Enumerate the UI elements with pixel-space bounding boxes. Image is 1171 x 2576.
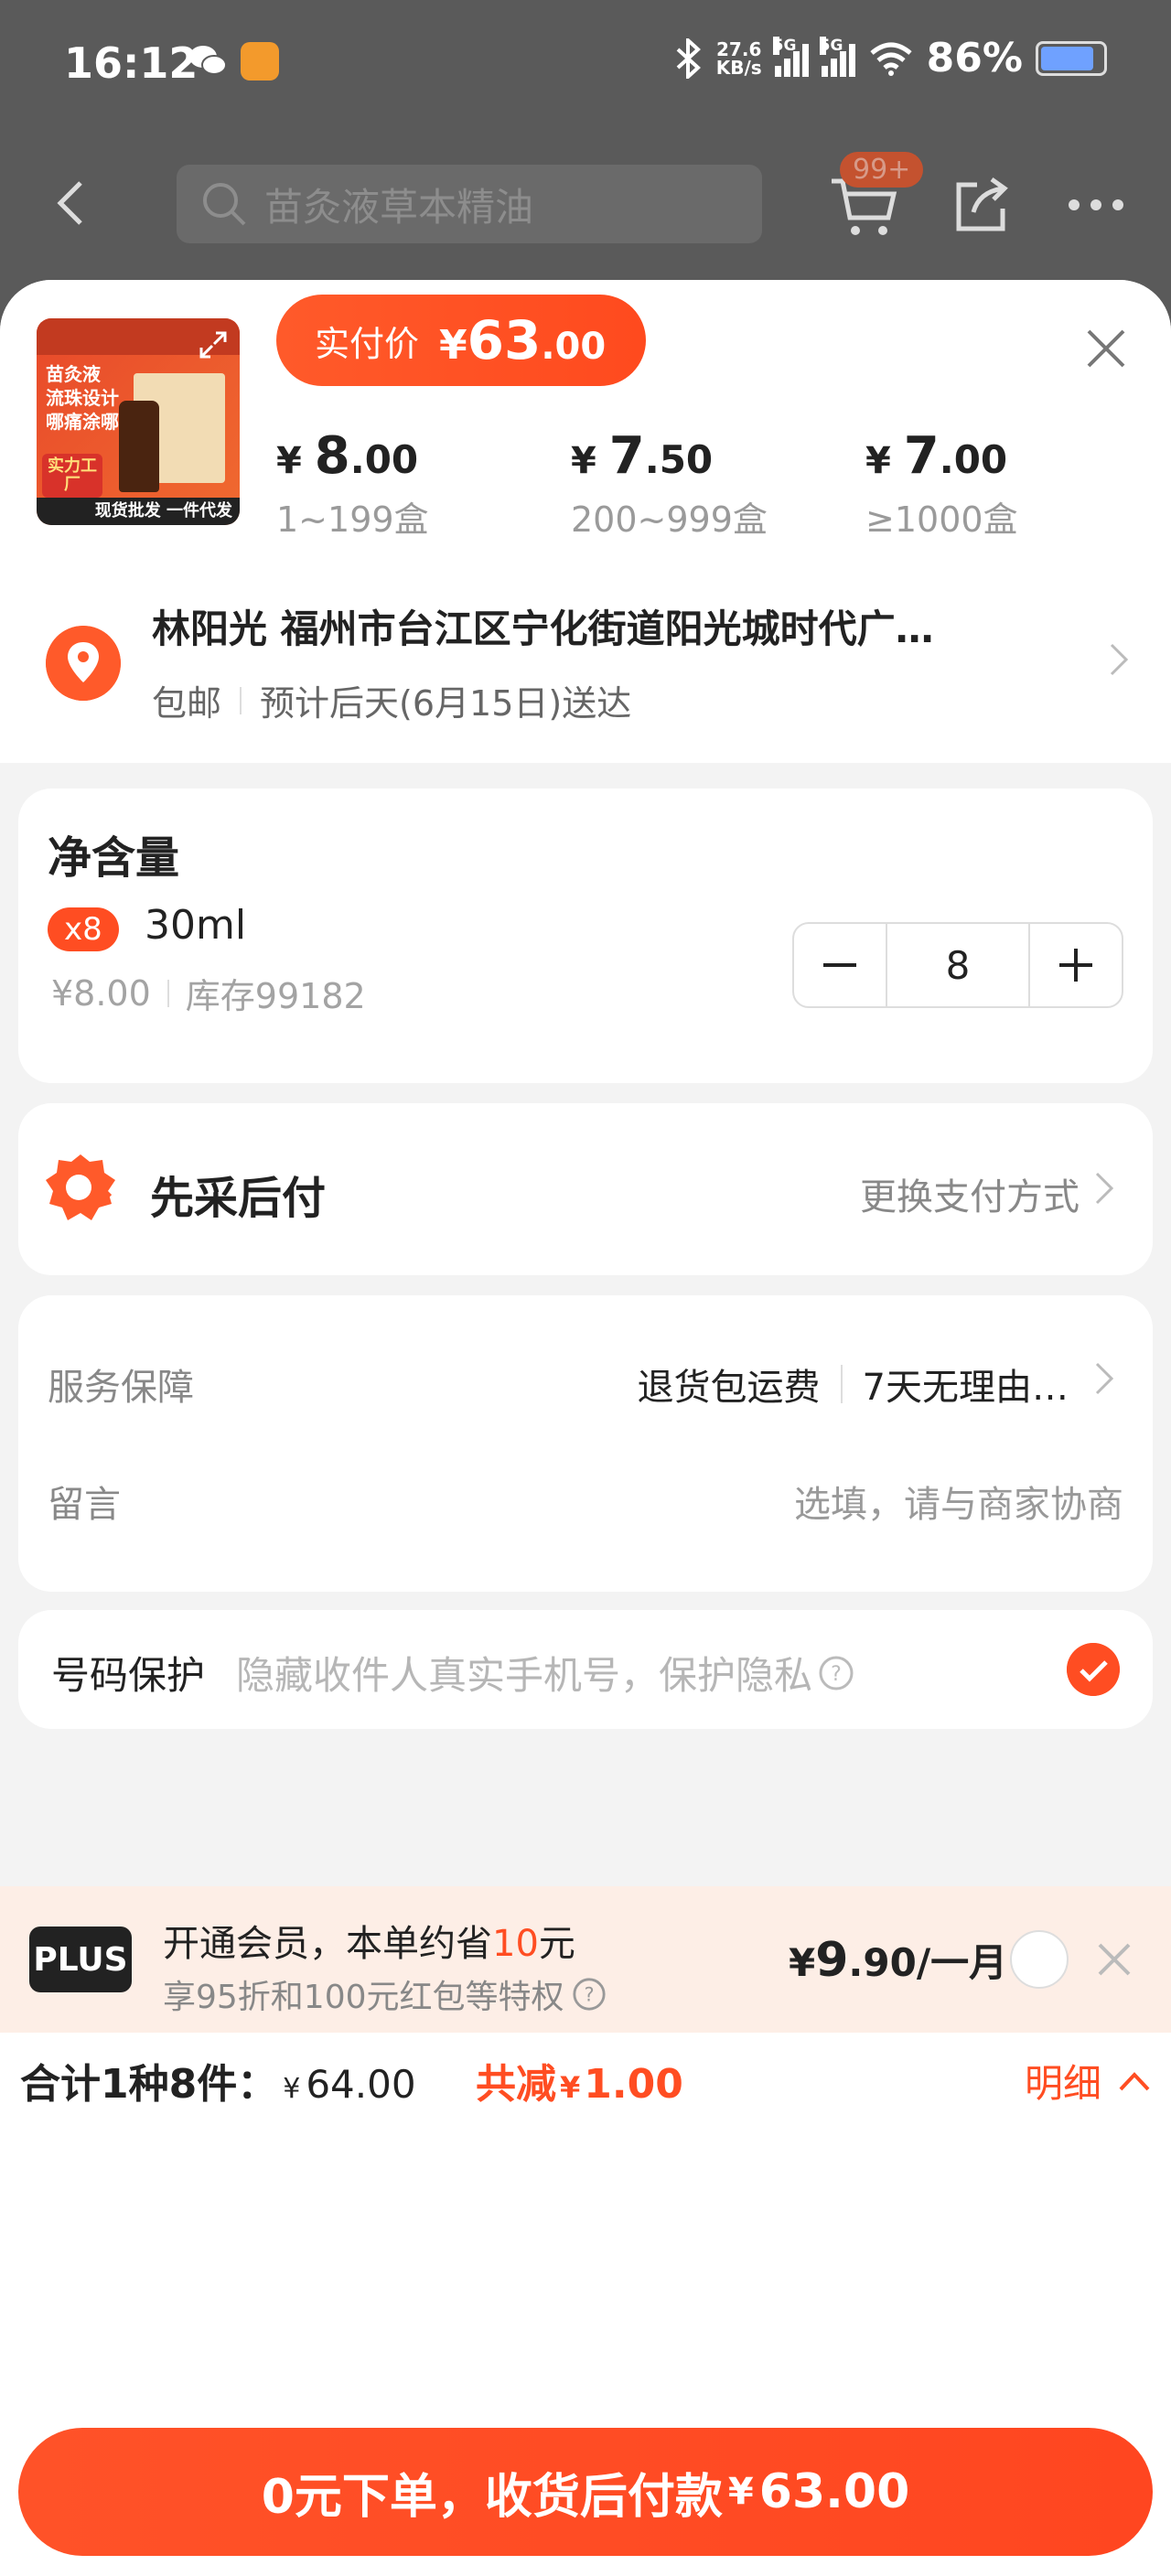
chevron-up-icon (1119, 2071, 1150, 2090)
stock: 库存99182 (185, 976, 366, 1016)
spec-card: 净含量 x8 30ml ¥8.00 库存99182 8 (18, 789, 1153, 1083)
discount-total: 共减 ¥1.00 (476, 2061, 683, 2108)
signal-icon-2: 5G (819, 36, 855, 77)
address-name: 林阳光 福州市台江区宁化街道阳光城时代广… (152, 606, 934, 651)
quantity-stepper: 8 (792, 922, 1123, 1008)
signal-icon: 5G (772, 36, 809, 77)
thumb-footer: 现货批发 一件代发 (37, 498, 240, 525)
paid-amount: 63 (467, 309, 542, 371)
detail-toggle[interactable]: 明细 (1025, 2053, 1151, 2109)
privacy-label: 号码保护 (51, 1653, 206, 1698)
more-icon[interactable] (1069, 199, 1123, 210)
service-row[interactable]: 服务保障 退货包运费 7天无理由… (48, 1358, 1123, 1411)
search-bar[interactable]: 苗灸液草本精油 (177, 165, 762, 243)
status-time: 16:12 (64, 38, 199, 88)
unit-price: ¥8.00 (51, 972, 151, 1014)
svg-text:?: ? (831, 1663, 842, 1686)
spec-title: 净含量 (48, 832, 180, 884)
close-icon[interactable] (1096, 1941, 1133, 1978)
total-summary: 合计1种8件： (20, 2061, 278, 2108)
total-amount: 64.00 (306, 2062, 416, 2107)
minus-icon (823, 963, 856, 967)
help-icon[interactable]: ? (572, 1977, 607, 2012)
help-icon[interactable]: ? (818, 1655, 854, 1691)
wifi-icon (870, 42, 912, 76)
price-tier: ¥ 7.00 ≥1000盒 (865, 426, 1018, 540)
change-payment-link[interactable]: 更换支付方式 (860, 1167, 1080, 1220)
back-arrow-icon[interactable] (53, 177, 90, 229)
delivery-eta: 预计后天(6月15日)送达 (260, 683, 632, 724)
expand-icon[interactable] (198, 329, 229, 360)
top-navbar: 苗灸液草本精油 99+ (0, 137, 1171, 265)
network-speed: 27.6 KB/s (715, 38, 762, 79)
message-input[interactable]: 选填，请与商家协商 (794, 1475, 1123, 1528)
close-icon[interactable] (1085, 327, 1127, 370)
cart-badge: 99+ (840, 152, 924, 188)
service-label: 服务保障 (48, 1367, 194, 1409)
product-thumbnail[interactable]: 苗灸液 流珠设计 哪痛涂哪 实力工厂 现货批发 一件代发 (37, 318, 240, 525)
paid-label: 实付价 (315, 323, 420, 364)
price-tiers: ¥ 8.00 1~199盒 ¥ 7.50 200~999盒 ¥ 7.00 ≥10… (276, 426, 1160, 542)
address-row[interactable]: 林阳光 福州市台江区宁化街道阳光城时代广… 包邮 预计后天(6月15日)送达 (0, 558, 1171, 763)
quantity-tag: x8 (48, 907, 119, 951)
payment-label: 先采后付 (150, 1173, 327, 1224)
chevron-right-icon (1095, 1362, 1114, 1395)
plus-logo: PLUS (29, 1927, 132, 1992)
message-label: 留言 (48, 1484, 121, 1526)
location-pin-icon (46, 626, 121, 701)
message-row[interactable]: 留言 选填，请与商家协商 (48, 1475, 1123, 1528)
price-tier: ¥ 8.00 1~199盒 (276, 426, 429, 540)
service-card: 服务保障 退货包运费 7天无理由… 留言 选填，请与商家协商 (18, 1295, 1153, 1592)
status-bar: 16:12 27.6 KB/s 5G 5G 86% (0, 0, 1171, 128)
privacy-checkbox[interactable] (1067, 1643, 1120, 1696)
increment-button[interactable] (1030, 924, 1122, 1006)
chevron-right-icon (1110, 643, 1129, 676)
decrement-button[interactable] (794, 924, 886, 1006)
plus-icon (1059, 949, 1092, 982)
search-icon (203, 183, 246, 226)
plus-radio[interactable] (1010, 1930, 1069, 1989)
service-return-shipping: 退货包运费 (637, 1367, 821, 1409)
battery-icon (1036, 40, 1107, 76)
search-placeholder: 苗灸液草本精油 (264, 184, 534, 230)
plus-price: ¥9.90/一月 (789, 1933, 1008, 1988)
thumb-badge: 实力工厂 (42, 454, 102, 498)
wechat-icon (189, 46, 227, 75)
payment-card[interactable]: 先采后付 更换支付方式 (18, 1103, 1153, 1275)
plus-membership-bar: PLUS 开通会员，本单约省10元 享95折和100元红包等特权 ? ¥9.90… (0, 1886, 1171, 2033)
submit-order-button[interactable]: 0元下单，收货后付款 ¥63.00 (18, 2428, 1153, 2556)
chevron-right-icon (1095, 1172, 1114, 1205)
app-notification-icon (241, 42, 279, 80)
spec-option: 30ml (145, 902, 247, 949)
svg-text:?: ? (584, 1984, 594, 2006)
plus-subtitle: 享95折和100元红包等特权 (163, 1979, 564, 2016)
battery-percent: 86% (926, 35, 1023, 81)
product-header: 苗灸液 流珠设计 哪痛涂哪 实力工厂 现货批发 一件代发 实付价 ¥63.00 … (0, 280, 1171, 558)
bluetooth-icon (676, 38, 701, 79)
plus-title: 开通会员，本单约省10元 (163, 1923, 575, 1965)
price-tier: ¥ 7.50 200~999盒 (571, 426, 768, 540)
thumb-text: 苗灸液 流珠设计 哪痛涂哪 (46, 363, 119, 433)
privacy-card: 号码保护 隐藏收件人真实手机号，保护隐私 ? (18, 1610, 1153, 1729)
share-icon[interactable] (951, 176, 1010, 234)
paid-price-pill: 实付价 ¥63.00 (276, 295, 646, 386)
service-7day: 7天无理由… (862, 1367, 1069, 1409)
privacy-hint: 隐藏收件人真实手机号，保护隐私 (236, 1653, 813, 1698)
shipping-free: 包邮 (152, 683, 222, 724)
pay-later-icon (46, 1154, 115, 1220)
quantity-input[interactable]: 8 (886, 924, 1030, 1006)
